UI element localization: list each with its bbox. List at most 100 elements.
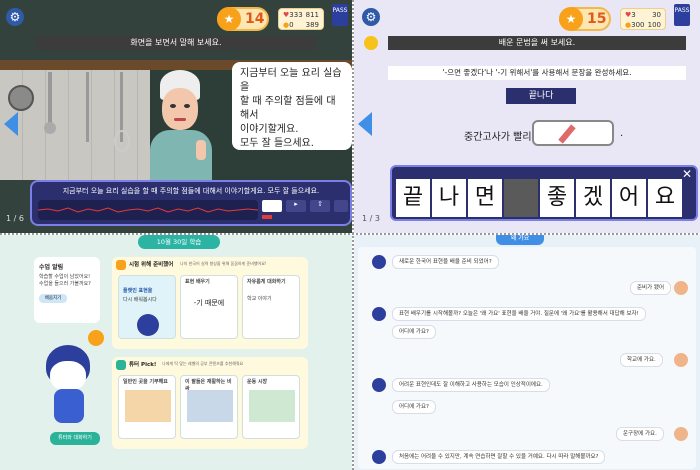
book-icon xyxy=(116,260,126,270)
mascot-face xyxy=(50,361,86,391)
spatula-icon xyxy=(86,72,89,142)
waveform-icon xyxy=(37,207,259,213)
answer-input[interactable] xyxy=(532,120,614,146)
teacher-eye-right xyxy=(184,104,190,108)
sentence-prompt: 중간고사가 빨리 xyxy=(464,132,532,143)
lesson-card[interactable]: 자유롭게 대화하기 학교 이야기 xyxy=(242,275,300,339)
coin-count: 14 xyxy=(245,11,265,27)
play-button[interactable]: ▸ xyxy=(286,200,306,212)
hint-bulb-icon[interactable] xyxy=(364,36,378,50)
section-subtitle: 나의 한국어 실력 향상을 위해 꼼꼼하게 준비했어요! xyxy=(180,261,267,266)
char-cell[interactable]: 끝 xyxy=(396,179,430,217)
char-cell[interactable]: 나 xyxy=(432,179,466,217)
section-title: 시험 위해 준비했어 xyxy=(129,262,174,268)
tutor-message: 처음에는 어려울 수 있지만, 계속 연습하면 잘할 수 있을 거예요. 다시 … xyxy=(392,450,606,464)
content-card[interactable]: 이 팔들은 재활하는 비싸 xyxy=(180,375,238,439)
stat-1: 333 xyxy=(289,11,303,19)
previous-arrow-icon[interactable] xyxy=(4,112,18,136)
teacher-mouth xyxy=(174,118,186,121)
user-avatar xyxy=(674,281,688,295)
page-indicator: 1 / 6 xyxy=(6,214,24,223)
tutor-pick-section: 튜터 Pick! 나에게 딱 맞는 레벨의 공부 콘텐츠를 추천해줘요 일반인 … xyxy=(112,357,308,449)
speech-line-1: 지금부터 오늘 요리 실습을 xyxy=(240,68,342,93)
grammar-writing-panel: ⚙ ★ 15 ♥3 30 ●300 100 PASS 배운 문법을 써 보세요.… xyxy=(354,0,700,233)
speaking-lesson-panel: ⚙ ★ 14 ♥333 811 ●0 389 PASS 화면을 보면서 말해 보… xyxy=(0,0,352,233)
settings-gear-icon[interactable]: ⚙ xyxy=(6,8,24,26)
instruction-text: 화면을 보면서 말해 보세요. xyxy=(130,38,222,47)
lesson-card[interactable]: 플랫인 표현을 다시 배워봅시다 xyxy=(118,275,176,339)
pencil-icon xyxy=(558,124,576,144)
ladle-head xyxy=(44,122,56,134)
pass-badge-label: PASS xyxy=(674,7,690,14)
page-indicator: 1 / 3 xyxy=(362,214,380,223)
upload-button[interactable]: ⇧ xyxy=(310,200,330,212)
tutor-avatar xyxy=(372,378,386,392)
speech-line-2: 할 때 주의할 점들에 대해서 xyxy=(240,96,336,121)
mascot-icon xyxy=(137,314,159,336)
alarm-title: 수업 알림 xyxy=(39,264,64,271)
coin-icon: ★ xyxy=(559,7,583,31)
char-cell[interactable]: 겠 xyxy=(576,179,610,217)
pass-badge[interactable]: PASS xyxy=(332,4,348,26)
recording-progress xyxy=(262,215,272,219)
settings-gear-icon[interactable]: ⚙ xyxy=(362,8,380,26)
tutor-avatar xyxy=(372,255,386,269)
chat-panel: 왜 가요 새로운 한국어 표현을 배울 준비 되었어? 준비가 됐어 표현 배우… xyxy=(354,235,700,470)
char-cell[interactable]: 요 xyxy=(648,179,682,217)
instruction-banner: 화면을 보면서 말해 보세요. xyxy=(35,36,317,50)
stat-4: 100 xyxy=(647,21,661,29)
lesson-alarm-card: 수업 알림 학습할 수업이 남았어요! 수업을 들으러 가볼까요? 배움지기 xyxy=(34,257,100,323)
exercise-instruction: '-으면 좋겠다'나 '-기 위해서'를 사용해서 문장을 완성하세요. xyxy=(388,66,686,80)
tutor-avatar xyxy=(372,450,386,464)
sentence-period: . xyxy=(620,128,624,139)
card-subtitle: 학교 이야기 xyxy=(247,296,272,302)
coin-count: 15 xyxy=(587,11,607,27)
char-cell-space[interactable] xyxy=(504,179,538,217)
learning-home-panel: 10월 30일 학습 수업 알림 학습할 수업이 남았어요! 수업을 들으러 가… xyxy=(0,235,352,470)
waveform-display xyxy=(37,200,259,220)
chat-with-tutor-button[interactable]: 튜터와 대화하기 xyxy=(50,432,100,445)
stat-3: 811 xyxy=(305,11,319,19)
tutor-message: 새로운 한국어 표현을 배울 준비 되었어? xyxy=(392,255,499,269)
user-avatar xyxy=(674,427,688,441)
subtitle-text: 지금부터 오늘 요리 실습을 할 때 주의할 점들에 대해서 이야기할게요. 모… xyxy=(62,187,320,195)
card-title: 자유롭게 대화하기 xyxy=(247,279,286,285)
section-subtitle: 나에게 딱 맞는 레벨의 공부 콘텐츠를 추천해줘요 xyxy=(162,361,244,366)
char-cell[interactable]: 좋 xyxy=(540,179,574,217)
stop-button[interactable] xyxy=(262,200,282,212)
user-message: 준비가 됐어 xyxy=(630,281,672,295)
content-card[interactable]: 일반인 곳을 기부해요 xyxy=(118,375,176,439)
handwriting-pad[interactable]: ✕ 끝 나 면 좋 겠 어 요 xyxy=(390,165,698,221)
pick-icon xyxy=(116,360,126,370)
pass-badge[interactable]: PASS xyxy=(674,4,690,26)
whisk-head xyxy=(114,130,130,152)
speech-bubble: 지금부터 오늘 요리 실습을 할 때 주의할 점들에 대해서 이야기할게요. 모… xyxy=(232,62,352,150)
lesson-card[interactable]: 표현 배우기 -기 때문에 xyxy=(180,275,238,339)
alarm-button[interactable]: 배움지기 xyxy=(39,294,67,303)
content-card[interactable]: 운동 시장 xyxy=(242,375,300,439)
volume-button[interactable] xyxy=(334,200,348,212)
study-section: 시험 위해 준비했어 나의 한국어 실력 향상을 위해 꼼꼼하게 준비했어요! … xyxy=(112,257,308,349)
card-image xyxy=(125,390,171,422)
char-cell[interactable]: 면 xyxy=(468,179,502,217)
tutor-message: 어디에 가요? xyxy=(392,325,436,339)
card-image xyxy=(187,390,233,422)
instruction-banner: 배운 문법을 써 보세요. xyxy=(388,36,686,50)
mascot-body xyxy=(54,389,84,423)
user-avatar xyxy=(674,353,688,367)
stats-panel: ♥333 811 ●0 389 xyxy=(278,8,324,30)
previous-arrow-icon[interactable] xyxy=(358,112,372,136)
card-title: 플랫인 표현을 xyxy=(123,288,153,294)
card-title: 일반인 곳을 기부해요 xyxy=(123,379,168,385)
stats-panel: ♥3 30 ●300 100 xyxy=(620,8,666,30)
card-subtitle: 다시 배워봅시다 xyxy=(123,297,157,303)
close-pad-button[interactable]: ✕ xyxy=(682,167,692,181)
coin-counter: ★ 15 xyxy=(559,7,611,31)
coin-counter: ★ 14 xyxy=(217,7,269,31)
card-title: 표현 배우기 xyxy=(185,279,210,285)
char-cell[interactable]: 어 xyxy=(612,179,646,217)
stat-2: 0 xyxy=(289,21,294,29)
section-title: 튜터 Pick! xyxy=(129,362,157,368)
card-image xyxy=(249,390,295,422)
date-tab[interactable]: 10월 30일 학습 xyxy=(138,235,220,249)
